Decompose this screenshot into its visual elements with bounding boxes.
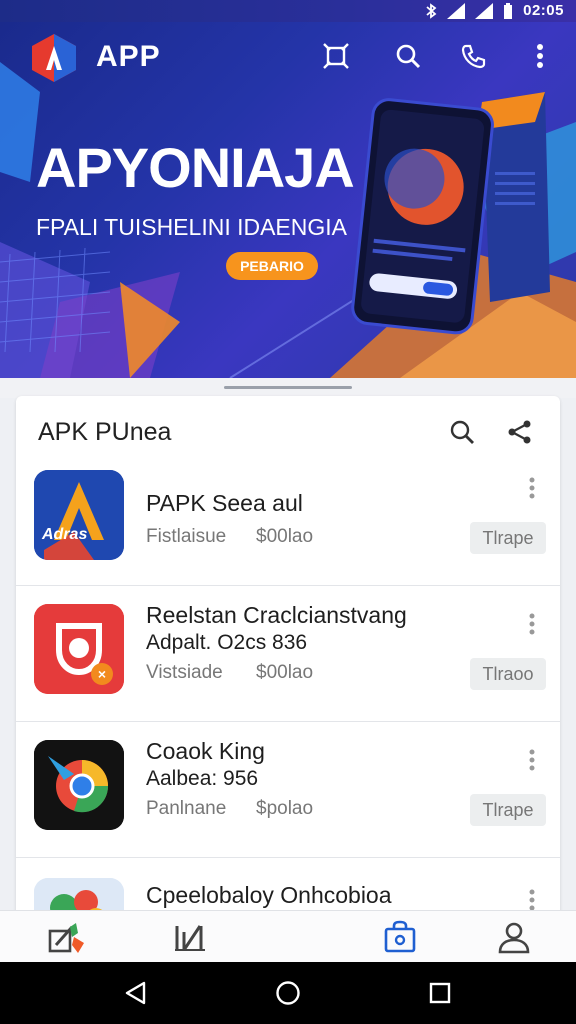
more-vert-icon bbox=[537, 44, 543, 68]
list-title: APK PUnea bbox=[38, 418, 172, 446]
crop-button[interactable] bbox=[318, 38, 354, 74]
item-more-button[interactable] bbox=[522, 742, 542, 778]
overflow-menu-button[interactable] bbox=[522, 38, 558, 74]
profile-icon bbox=[498, 922, 530, 954]
search-icon bbox=[396, 44, 421, 69]
item-category: Vistsiade bbox=[146, 662, 223, 683]
item-title: Reelstan Craclcianstvang bbox=[146, 602, 407, 628]
list-item[interactable]: Coaok King Aalbea: 956 Panlnane $polao T… bbox=[16, 722, 560, 858]
call-button[interactable] bbox=[456, 38, 492, 74]
status-bar: 02:05 bbox=[0, 0, 576, 22]
list-item[interactable]: Adras PAPK Seea aul Fistlaisue $00lao Tl… bbox=[16, 450, 560, 586]
nav-profile[interactable] bbox=[486, 915, 542, 959]
app-logo bbox=[28, 32, 80, 84]
list-item[interactable]: Cpeelobaloy Onhcobioa bbox=[16, 858, 560, 916]
search-button[interactable] bbox=[390, 38, 426, 74]
more-vert-icon bbox=[529, 889, 535, 911]
back-icon bbox=[125, 981, 146, 1005]
item-chip[interactable]: Tlraoo bbox=[470, 658, 546, 690]
bag-icon bbox=[384, 920, 416, 953]
list-search-button[interactable] bbox=[444, 414, 480, 450]
hero-subtitle: FPALI TUISHELINI IDAENGIA bbox=[36, 214, 348, 240]
item-price: $00lao bbox=[256, 526, 314, 547]
item-chip[interactable]: Tlrape bbox=[470, 794, 546, 826]
edit-icon bbox=[48, 923, 84, 953]
app-list-card: APK PUnea Adras PAPK Seea aul Fistlaisue… bbox=[16, 396, 560, 916]
app-icon-2: × bbox=[34, 604, 124, 694]
svg-text:×: × bbox=[98, 666, 106, 682]
bottom-navigation bbox=[0, 910, 576, 962]
item-price: $00lao bbox=[256, 662, 314, 683]
phone-icon bbox=[461, 44, 486, 69]
item-chip[interactable]: Tlrape bbox=[470, 522, 546, 554]
battery-icon bbox=[503, 2, 513, 19]
home-button[interactable] bbox=[268, 974, 308, 1012]
item-title: Coaok King bbox=[146, 738, 265, 764]
bluetooth-icon bbox=[425, 2, 437, 19]
home-icon bbox=[276, 981, 300, 1005]
item-more-button[interactable] bbox=[522, 606, 542, 642]
share-icon bbox=[508, 420, 531, 444]
app-icon-1: Adras bbox=[34, 470, 124, 560]
item-title: Cpeelobaloy Onhcobioa bbox=[146, 882, 392, 908]
nav-edit[interactable] bbox=[38, 915, 94, 959]
app-header: APP bbox=[0, 22, 576, 92]
more-vert-icon bbox=[529, 749, 535, 771]
item-more-button[interactable] bbox=[522, 470, 542, 506]
more-vert-icon bbox=[529, 613, 535, 635]
item-category: Panlnane bbox=[146, 798, 227, 819]
item-subtitle: Adpalt. O2cs 836 bbox=[146, 631, 308, 654]
recents-button[interactable] bbox=[420, 974, 460, 1012]
status-time: 02:05 bbox=[523, 2, 564, 19]
nav-stats[interactable] bbox=[162, 915, 218, 959]
search-icon bbox=[450, 420, 474, 444]
wifi-signal-icon bbox=[475, 2, 494, 19]
item-subtitle: Aalbea: 956 bbox=[146, 767, 259, 790]
hero-headline: APYONIAJA bbox=[36, 136, 355, 199]
hero-banner: APP APYONIAJA FPALI TUISHELINI IDAENGIA … bbox=[0, 22, 576, 378]
nav-bag[interactable] bbox=[372, 915, 428, 959]
list-item[interactable]: × Reelstan Craclcianstvang Adpalt. O2cs … bbox=[16, 586, 560, 722]
recents-icon bbox=[429, 982, 451, 1004]
item-title: PAPK Seea aul bbox=[146, 490, 303, 516]
app-icon-3 bbox=[34, 740, 124, 830]
share-button[interactable] bbox=[502, 414, 538, 450]
drag-handle[interactable] bbox=[224, 386, 352, 389]
sheet-divider bbox=[0, 378, 576, 398]
signal-icon bbox=[447, 2, 466, 19]
crop-icon bbox=[323, 43, 349, 69]
stats-icon bbox=[175, 925, 205, 951]
item-price: $polao bbox=[256, 798, 314, 819]
item-category: Fistlaisue bbox=[146, 526, 227, 547]
app-icon-1-text: Adras bbox=[42, 526, 88, 543]
more-vert-icon bbox=[529, 477, 535, 499]
hero-cta-button[interactable]: PEBARIO bbox=[226, 252, 318, 280]
back-button[interactable] bbox=[116, 974, 156, 1012]
app-title: APP bbox=[96, 40, 161, 73]
system-navigation-bar bbox=[0, 962, 576, 1024]
